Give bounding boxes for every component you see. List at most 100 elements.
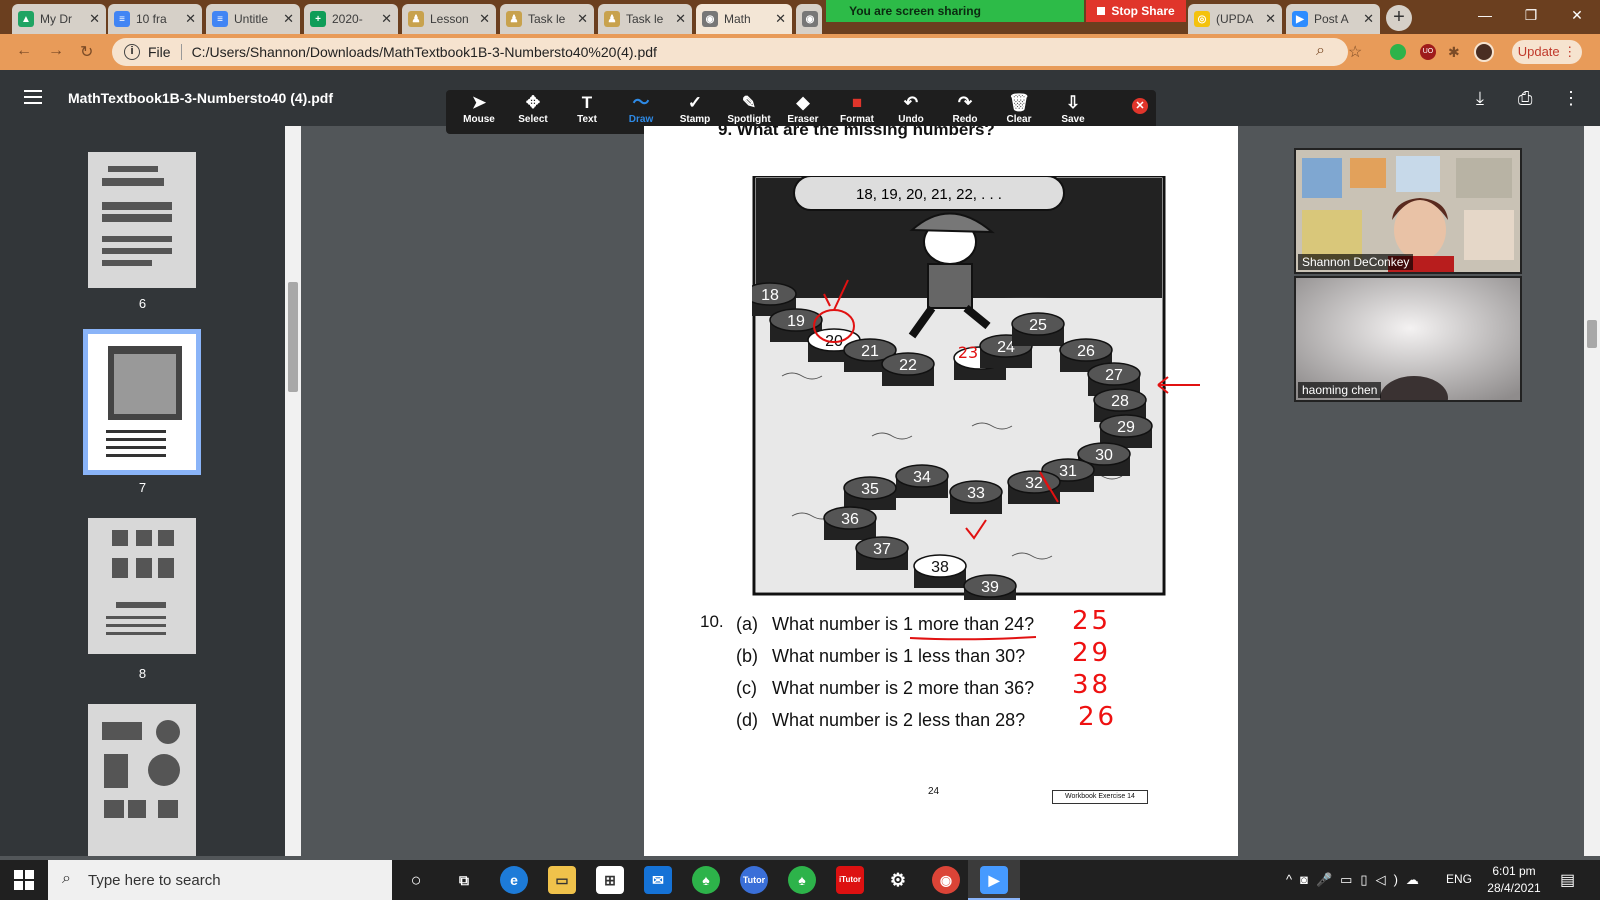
tab-title: 2020- bbox=[332, 12, 363, 26]
store-icon[interactable]: ⊞ bbox=[596, 866, 624, 894]
tab-close-icon[interactable]: ✕ bbox=[479, 11, 490, 27]
close-window-button[interactable]: ✕ bbox=[1554, 0, 1600, 30]
tab-title: Untitle bbox=[234, 12, 269, 26]
video-tile-1[interactable]: Shannon DeConkey bbox=[1294, 148, 1522, 274]
clock-time: 6:01 pm bbox=[1492, 864, 1536, 878]
browser-tab[interactable]: ◎ (UPDA ✕ bbox=[1188, 4, 1282, 34]
stone-number: 18 bbox=[761, 287, 779, 304]
search-icon: ⌕ bbox=[62, 870, 71, 887]
page-thumbnail-9[interactable] bbox=[88, 704, 196, 856]
windows-start-icon[interactable] bbox=[14, 870, 34, 890]
task-view-icon[interactable]: ⧉ bbox=[450, 866, 478, 894]
tab-close-icon[interactable]: ✕ bbox=[1265, 11, 1276, 27]
back-arrow-icon[interactable]: ← bbox=[16, 42, 32, 60]
tutor-group-icon[interactable]: iTutor bbox=[836, 866, 864, 894]
question-letter: (b) bbox=[736, 646, 758, 666]
settings-gear-icon[interactable]: ⚙ bbox=[884, 866, 912, 894]
sidebar-scroll-thumb[interactable] bbox=[288, 282, 298, 392]
print-icon[interactable]: ⎙ bbox=[1518, 88, 1532, 109]
puzzle-icon[interactable]: ✱ bbox=[1448, 44, 1464, 60]
tab-favicon-icon: ♟ bbox=[604, 11, 620, 27]
browser-tab[interactable]: +2020- ✕ bbox=[304, 4, 398, 34]
taskbar-search[interactable]: ⌕ Type here to search bbox=[48, 860, 392, 900]
tool-label: Select bbox=[518, 114, 548, 125]
page-thumbnail-6[interactable] bbox=[88, 152, 196, 288]
tool-label: Draw bbox=[628, 114, 654, 125]
handwritten-answer: 26 bbox=[1078, 702, 1118, 732]
tool-select[interactable]: ✥ Select bbox=[508, 90, 558, 134]
tab-close-icon[interactable]: ✕ bbox=[675, 11, 686, 27]
tool-label: Format bbox=[840, 114, 874, 125]
underline-annotation bbox=[909, 636, 1037, 641]
system-tray-icons[interactable]: ^◙🎤▭▯◁)☁ bbox=[1286, 872, 1427, 888]
browser-tab[interactable]: ◉ Math ✕ bbox=[696, 4, 792, 34]
sidebar-scrollbar[interactable] bbox=[285, 126, 301, 856]
page-thumbnail-8[interactable] bbox=[88, 518, 196, 654]
browser-tab[interactable]: ♟ Task le ✕ bbox=[500, 4, 594, 34]
profile-avatar[interactable] bbox=[1474, 42, 1494, 62]
main-scrollbar[interactable] bbox=[1584, 126, 1600, 856]
stop-share-button[interactable]: Stop Share bbox=[1086, 0, 1186, 22]
browser-tab[interactable]: ≡ 10 fra ✕ bbox=[108, 4, 202, 34]
page-thumbnail-7[interactable] bbox=[83, 329, 201, 475]
evernote-icon-2[interactable]: ♠ bbox=[788, 866, 816, 894]
reload-icon[interactable]: ↻ bbox=[80, 42, 93, 62]
notification-icon[interactable]: ▤ bbox=[1560, 870, 1575, 890]
tool-mouse[interactable]: ➤ Mouse bbox=[454, 90, 504, 134]
browser-tab[interactable]: ♟ Task le ✕ bbox=[598, 4, 692, 34]
restore-button[interactable]: ❐ bbox=[1508, 0, 1554, 30]
tab-close-icon[interactable]: ✕ bbox=[381, 11, 392, 27]
video-tile-2[interactable]: haoming chen bbox=[1294, 276, 1522, 402]
stone-number: 31 bbox=[1059, 463, 1077, 480]
more-options-icon[interactable]: ⋮ bbox=[1562, 88, 1580, 109]
pdf-title: MathTextbook1B-3-Numbersto40 (4).pdf bbox=[68, 90, 333, 106]
mail-icon[interactable]: ✉ bbox=[644, 866, 672, 894]
tab-close-icon[interactable]: ✕ bbox=[577, 11, 588, 27]
chrome-icon[interactable]: ◉ bbox=[932, 866, 960, 894]
browser-tab[interactable]: ♟ Lesson ✕ bbox=[402, 4, 496, 34]
undo-icon: ↶ bbox=[903, 93, 919, 112]
language-indicator[interactable]: ENG bbox=[1446, 872, 1472, 886]
tab-close-icon[interactable]: ✕ bbox=[775, 11, 786, 27]
close-annotation-icon[interactable]: ✕ bbox=[1132, 98, 1148, 114]
share-controls[interactable] bbox=[1004, 0, 1084, 22]
tab-title: Post A bbox=[1314, 12, 1349, 26]
download-icon[interactable]: ⤓ bbox=[1476, 88, 1484, 109]
forward-arrow-icon[interactable]: → bbox=[48, 42, 64, 60]
edge-icon[interactable]: e bbox=[500, 866, 528, 894]
screen-sharing-status: You are screen sharing bbox=[826, 0, 1004, 22]
tab-close-icon[interactable]: ✕ bbox=[185, 11, 196, 27]
cortana-icon[interactable]: ○ bbox=[402, 866, 430, 894]
url-field[interactable]: i File C:/Users/Shannon/Downloads/MathTe… bbox=[112, 38, 1348, 66]
stone-37: 37 bbox=[855, 536, 909, 570]
main-scroll-thumb[interactable] bbox=[1587, 320, 1597, 348]
update-button[interactable]: Update ⋮ bbox=[1512, 40, 1582, 64]
browser-tab[interactable]: ◉ bbox=[796, 4, 822, 34]
tab-close-icon[interactable]: ✕ bbox=[89, 11, 100, 27]
thumbnail-6-content bbox=[88, 152, 196, 288]
handwritten-answer: 38 bbox=[1072, 670, 1112, 700]
tab-close-icon[interactable]: ✕ bbox=[283, 11, 294, 27]
ublock-icon[interactable]: UO bbox=[1420, 44, 1436, 60]
browser-tab[interactable]: ▲ My Dr ✕ bbox=[12, 4, 106, 34]
extension-icon[interactable] bbox=[1390, 44, 1406, 60]
tutor-icon[interactable]: Tutor bbox=[740, 866, 768, 894]
question-text: What number is 2 less than 28? bbox=[772, 710, 1026, 730]
save-icon: ⇩ bbox=[1065, 93, 1081, 112]
tool-text[interactable]: T Text bbox=[562, 90, 612, 134]
handwritten-answer: 25 bbox=[1072, 606, 1112, 636]
url-scheme: File bbox=[148, 44, 171, 60]
clock[interactable]: 6:01 pm 28/4/2021 bbox=[1484, 864, 1544, 895]
new-tab-button[interactable]: + bbox=[1386, 5, 1412, 31]
browser-tab[interactable]: ▶ Post A ✕ bbox=[1286, 4, 1380, 34]
page-number: 24 bbox=[928, 786, 940, 797]
evernote-icon-1[interactable]: ♠ bbox=[692, 866, 720, 894]
file-explorer-icon[interactable]: ▭ bbox=[548, 866, 576, 894]
menu-icon[interactable] bbox=[24, 90, 42, 104]
tab-close-icon[interactable]: ✕ bbox=[1363, 11, 1374, 27]
zoom-icon[interactable]: ⌕ bbox=[1316, 42, 1325, 60]
minimize-button[interactable]: — bbox=[1462, 0, 1508, 30]
bookmark-star-icon[interactable]: ☆ bbox=[1348, 42, 1362, 62]
info-icon[interactable]: i bbox=[124, 44, 140, 60]
browser-tab[interactable]: ≡ Untitle ✕ bbox=[206, 4, 300, 34]
